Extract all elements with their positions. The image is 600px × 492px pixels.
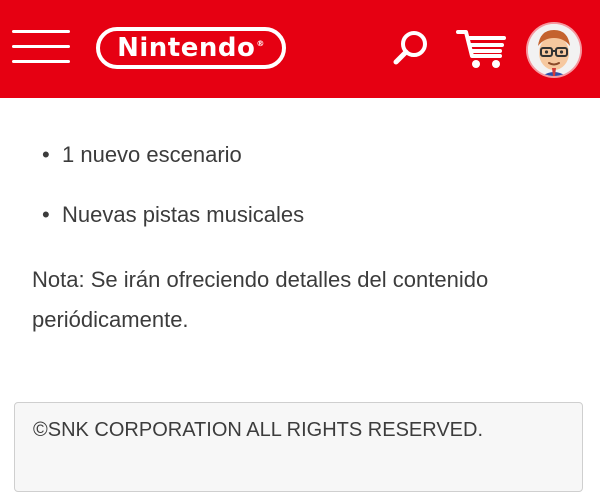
copyright-text: ©SNK CORPORATION ALL RIGHTS RESERVED. [33, 419, 484, 441]
logo-text: Nintendo [117, 33, 256, 63]
hamburger-menu-icon[interactable] [12, 28, 70, 64]
search-icon[interactable] [388, 26, 434, 72]
registered-mark: ® [256, 38, 265, 48]
site-header: Nintendo ® [0, 0, 600, 98]
list-item-text: Nuevas pistas musicales [62, 202, 305, 227]
copyright-box: ©SNK CORPORATION ALL RIGHTS RESERVED. [14, 402, 583, 492]
user-avatar[interactable] [528, 24, 580, 76]
list-item: • 1 nuevo escenario [42, 142, 242, 168]
list-item: • Nuevas pistas musicales [42, 202, 304, 228]
shopping-cart-icon[interactable] [454, 24, 510, 72]
note-paragraph: Nota: Se irán ofreciendo detalles del co… [32, 267, 489, 332]
nintendo-logo[interactable]: Nintendo ® [96, 27, 286, 69]
bullet-dot: • [42, 142, 50, 167]
bullet-dot: • [42, 202, 50, 227]
list-item-text: 1 nuevo escenario [62, 142, 242, 167]
